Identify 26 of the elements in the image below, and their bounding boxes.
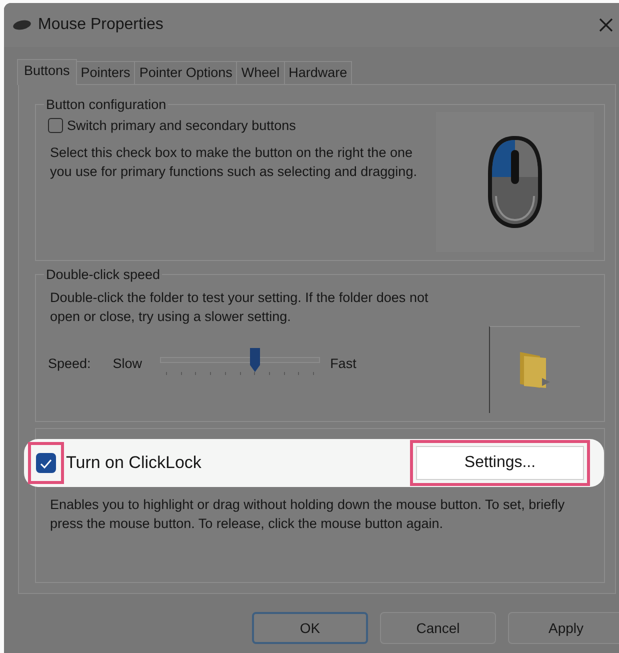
dialog-button[interactable]: OK (252, 612, 368, 644)
close-icon[interactable] (599, 18, 613, 32)
checkbox[interactable] (48, 118, 63, 133)
check-icon (39, 458, 53, 468)
test-area[interactable] (489, 326, 580, 413)
description-text: Select this check box to make the button on the right the one you use for primary functions such as selecting and dragging. (50, 144, 418, 181)
group-title: Button configuration (45, 97, 168, 112)
dialog-button[interactable]: Cancel (380, 612, 496, 644)
fast-label: Fast (330, 356, 356, 370)
description-text: Enables you to highlight or drag without holding down the mouse button. To set, briefly press the mouse button. To release, click the mouse button again. (50, 496, 565, 533)
settings-button[interactable]: Settings... (416, 446, 584, 480)
dialog-button[interactable]: Apply (508, 612, 619, 644)
speed-slider[interactable] (160, 348, 320, 378)
slider-thumb[interactable] (248, 347, 261, 373)
tab[interactable]: Hardware (284, 61, 352, 84)
slow-label: Slow (112, 356, 142, 370)
checkbox[interactable] (36, 453, 56, 473)
checkbox-label: Turn on ClickLock (66, 453, 202, 473)
checkbox-label: Switch primary and secondary buttons (67, 118, 296, 133)
description-text: Double-click the folder to test your setting. If the folder does not open or close, try using a slower setting. (50, 289, 430, 326)
group-title: Double-click speed (45, 267, 162, 282)
speed-label: Speed: (48, 356, 91, 370)
mouse-icon (12, 19, 32, 31)
window-title: Mouse Properties (38, 16, 164, 34)
tab[interactable]: Buttons (17, 59, 77, 85)
folder-icon[interactable] (518, 350, 552, 390)
